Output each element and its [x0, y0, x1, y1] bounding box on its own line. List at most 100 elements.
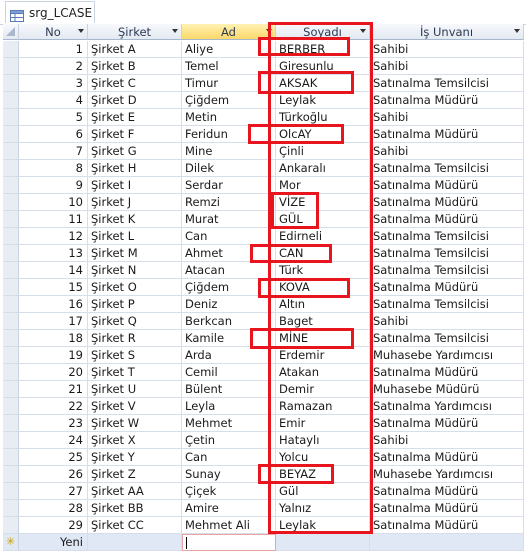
- cell-unvan[interactable]: Sahibi: [370, 41, 524, 58]
- row-selector[interactable]: [3, 211, 19, 228]
- cell-unvan[interactable]: Sahibi: [370, 143, 524, 160]
- row-selector[interactable]: ✳: [3, 534, 19, 551]
- cell-no[interactable]: 29: [19, 517, 88, 534]
- table-row[interactable]: 28 Şirket BB Amire Yalnız Satınalma Müdürü: [3, 500, 524, 517]
- cell-soyadi[interactable]: Demir: [276, 381, 370, 398]
- chevron-down-icon[interactable]: [172, 29, 178, 33]
- cell-soyadi[interactable]: Giresunlu: [276, 58, 370, 75]
- cell-unvan[interactable]: Satınalma Müdürü: [370, 194, 524, 211]
- table-row[interactable]: 27 Şirket AA Çiçek Gül Satınalma Müdürü: [3, 483, 524, 500]
- chevron-down-icon[interactable]: [78, 29, 84, 33]
- cell-no[interactable]: 2: [19, 58, 88, 75]
- cell-sirket[interactable]: Şirket R: [88, 330, 182, 347]
- row-selector[interactable]: [3, 364, 19, 381]
- table-row[interactable]: 15 Şirket O Çiğdem KOVA Satınalma Müdürü: [3, 279, 524, 296]
- header-unvan[interactable]: İş Unvanı: [370, 24, 524, 40]
- cell-ad[interactable]: Deniz: [182, 296, 276, 313]
- header-sirket[interactable]: Şirket: [88, 24, 182, 40]
- row-selector[interactable]: [3, 449, 19, 466]
- header-ad[interactable]: Ad: [182, 24, 276, 40]
- cell-soyadi[interactable]: BERBER: [276, 41, 370, 58]
- cell-soyadi[interactable]: Edirneli: [276, 228, 370, 245]
- cell-no[interactable]: 11: [19, 211, 88, 228]
- row-selector[interactable]: [3, 466, 19, 483]
- cell-no[interactable]: 26: [19, 466, 88, 483]
- table-row[interactable]: 17 Şirket Q Berkcan Baget Sahibi: [3, 313, 524, 330]
- cell-soyadi[interactable]: Atakan: [276, 364, 370, 381]
- cell-soyadi[interactable]: Ramazan: [276, 398, 370, 415]
- cell-soyadi[interactable]: Hataylı: [276, 432, 370, 449]
- cell-sirket[interactable]: Şirket L: [88, 228, 182, 245]
- cell-ad[interactable]: Serdar: [182, 177, 276, 194]
- new-cell-ad[interactable]: [182, 534, 276, 551]
- cell-no[interactable]: 9: [19, 177, 88, 194]
- new-cell-unvan[interactable]: [370, 534, 524, 551]
- cell-ad[interactable]: Çiğdem: [182, 92, 276, 109]
- cell-soyadi[interactable]: Türk: [276, 262, 370, 279]
- cell-unvan[interactable]: Satınalma Müdürü: [370, 92, 524, 109]
- cell-unvan[interactable]: Satınalma Müdürü: [370, 279, 524, 296]
- row-selector[interactable]: [3, 500, 19, 517]
- table-row[interactable]: 10 Şirket J Remzi VİZE Satınalma Müdürü: [3, 194, 524, 211]
- cell-ad[interactable]: Bülent: [182, 381, 276, 398]
- chevron-down-icon[interactable]: [360, 29, 366, 33]
- chevron-down-icon[interactable]: [266, 29, 272, 33]
- cell-ad[interactable]: Can: [182, 228, 276, 245]
- cell-soyadi[interactable]: VİZE: [276, 194, 370, 211]
- cell-ad[interactable]: Kamile: [182, 330, 276, 347]
- cell-sirket[interactable]: Şirket H: [88, 160, 182, 177]
- row-selector[interactable]: [3, 483, 19, 500]
- table-row[interactable]: 9 Şirket I Serdar Mor Satınalma Müdürü: [3, 177, 524, 194]
- row-selector[interactable]: [3, 160, 19, 177]
- cell-unvan[interactable]: Satınalma Müdürü: [370, 415, 524, 432]
- cell-sirket[interactable]: Şirket W: [88, 415, 182, 432]
- table-row[interactable]: 14 Şirket N Atacan Türk Satınalma Temsilcisi: [3, 262, 524, 279]
- cell-sirket[interactable]: Şirket O: [88, 279, 182, 296]
- cell-sirket[interactable]: Şirket BB: [88, 500, 182, 517]
- cell-soyadi[interactable]: AKSAK: [276, 75, 370, 92]
- cell-sirket[interactable]: Şirket U: [88, 381, 182, 398]
- cell-unvan[interactable]: Muhasebe Yardımcısı: [370, 466, 524, 483]
- cell-unvan[interactable]: Satınalma Temsilcisi: [370, 75, 524, 92]
- table-row[interactable]: 23 Şirket W Mehmet Emir Satınalma Müdürü: [3, 415, 524, 432]
- row-selector[interactable]: [3, 279, 19, 296]
- cell-soyadi[interactable]: Leylak: [276, 517, 370, 534]
- cell-ad[interactable]: Çiğdem: [182, 279, 276, 296]
- cell-no[interactable]: 7: [19, 143, 88, 160]
- cell-soyadi[interactable]: Leylak: [276, 92, 370, 109]
- cell-no[interactable]: 14: [19, 262, 88, 279]
- table-row[interactable]: 21 Şirket U Bülent Demir Muhasebe Müdürü: [3, 381, 524, 398]
- cell-unvan[interactable]: Satınalma Müdürü: [370, 364, 524, 381]
- cell-no[interactable]: 1: [19, 41, 88, 58]
- cell-unvan[interactable]: Satınalma Temsilcisi: [370, 330, 524, 347]
- cell-unvan[interactable]: Sahibi: [370, 58, 524, 75]
- cell-sirket[interactable]: Şirket I: [88, 177, 182, 194]
- row-selector[interactable]: [3, 296, 19, 313]
- row-selector[interactable]: [3, 245, 19, 262]
- cell-no[interactable]: 15: [19, 279, 88, 296]
- cell-soyadi[interactable]: Altın: [276, 296, 370, 313]
- cell-ad[interactable]: Sunay: [182, 466, 276, 483]
- cell-soyadi[interactable]: BEYAZ: [276, 466, 370, 483]
- row-selector[interactable]: [3, 58, 19, 75]
- row-selector[interactable]: [3, 347, 19, 364]
- row-selector[interactable]: [3, 432, 19, 449]
- table-row[interactable]: 20 Şirket T Cemil Atakan Satınalma Müdürü: [3, 364, 524, 381]
- cell-ad[interactable]: Murat: [182, 211, 276, 228]
- row-selector[interactable]: [3, 228, 19, 245]
- cell-soyadi[interactable]: Mor: [276, 177, 370, 194]
- cell-unvan[interactable]: Satınalma Temsilcisi: [370, 228, 524, 245]
- cell-no[interactable]: 21: [19, 381, 88, 398]
- cell-soyadi[interactable]: Ankaralı: [276, 160, 370, 177]
- cell-unvan[interactable]: Satınalma Temsilcisi: [370, 296, 524, 313]
- cell-unvan[interactable]: Satınalma Müdürü: [370, 500, 524, 517]
- cell-sirket[interactable]: Şirket M: [88, 245, 182, 262]
- row-selector[interactable]: [3, 517, 19, 534]
- cell-sirket[interactable]: Şirket N: [88, 262, 182, 279]
- cell-sirket[interactable]: Şirket A: [88, 41, 182, 58]
- cell-no[interactable]: 10: [19, 194, 88, 211]
- table-row[interactable]: 7 Şirket G Mine Çinli Sahibi: [3, 143, 524, 160]
- cell-no[interactable]: 22: [19, 398, 88, 415]
- row-selector[interactable]: [3, 109, 19, 126]
- cell-no[interactable]: 8: [19, 160, 88, 177]
